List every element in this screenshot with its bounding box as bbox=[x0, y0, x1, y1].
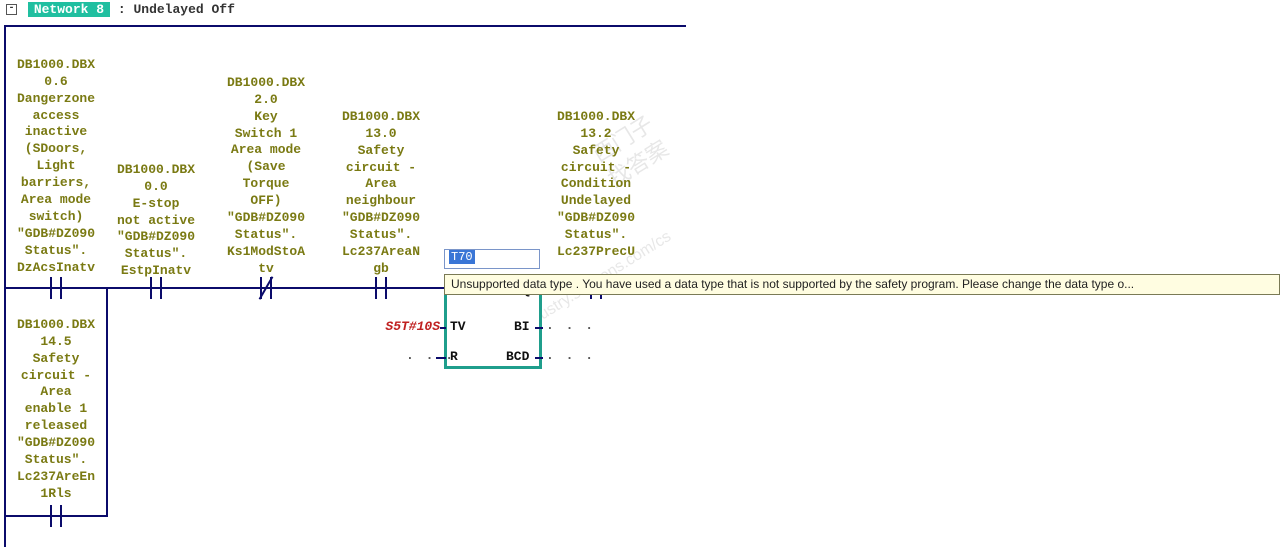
stub-bi bbox=[535, 327, 543, 329]
collapse-icon[interactable]: - bbox=[6, 4, 17, 15]
contact-ks1modstoatv[interactable] bbox=[246, 277, 286, 299]
dots-r: . . . bbox=[406, 348, 455, 365]
label-c1: DB1000.DBX 0.6 Dangerzone access inactiv… bbox=[1, 57, 111, 277]
contact-estpinatv[interactable] bbox=[136, 277, 176, 299]
error-tooltip-text: Unsupported data type . You have used a … bbox=[451, 277, 1134, 291]
timer-pin-bi: BI bbox=[514, 319, 530, 336]
contact-lc237areangb[interactable] bbox=[361, 277, 401, 299]
label-c2: DB1000.DBX 0.0 E-stop not active "GDB#DZ… bbox=[101, 162, 211, 280]
timer-operand-value: T70 bbox=[449, 250, 475, 264]
timer-tv-const: S5T#10S bbox=[366, 319, 440, 336]
stub-tv bbox=[440, 327, 446, 329]
timer-pin-bcd: BCD bbox=[506, 349, 529, 366]
stub-bcd bbox=[535, 357, 543, 359]
label-c4: DB1000.DBX 13.0 Safety circuit - Area ne… bbox=[326, 109, 436, 278]
label-c5: DB1000.DBX 13.2 Safety circuit - Conditi… bbox=[541, 109, 651, 261]
timer-pin-tv: TV bbox=[450, 319, 466, 336]
dots-bi: . . . bbox=[546, 318, 595, 335]
network-label[interactable]: Network 8 bbox=[28, 2, 110, 17]
timer-operand-input[interactable]: T70 bbox=[444, 249, 540, 269]
label-c6: DB1000.DBX 14.5 Safety circuit - Area en… bbox=[1, 317, 111, 503]
network-title: Undelayed Off bbox=[133, 2, 234, 17]
header-sep: : bbox=[118, 2, 126, 17]
error-tooltip: Unsupported data type . You have used a … bbox=[444, 274, 1280, 296]
network-header: - Network 8 : Undelayed Off bbox=[0, 0, 1280, 21]
dots-bcd: . . . bbox=[546, 348, 595, 365]
ladder-canvas[interactable]: 西门子 找答案 support.industry.siemens.com/cs … bbox=[4, 25, 686, 547]
label-c3: DB1000.DBX 2.0 Key Switch 1 Area mode (S… bbox=[211, 75, 321, 278]
contact-dzacsinatv[interactable] bbox=[36, 277, 76, 299]
contact-lc237areen1rls[interactable] bbox=[36, 505, 76, 527]
